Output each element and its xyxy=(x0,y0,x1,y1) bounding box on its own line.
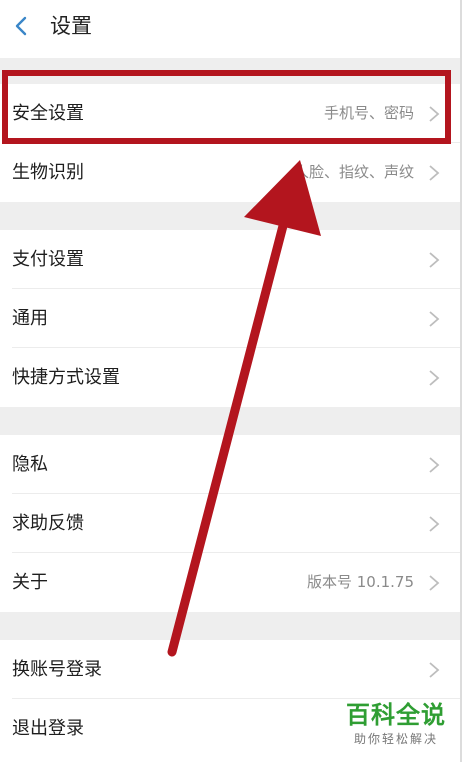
row-label: 快捷方式设置 xyxy=(12,367,120,388)
row-label: 求助反馈 xyxy=(12,513,84,534)
annotation-highlight-box xyxy=(2,70,451,144)
back-arrow-icon[interactable] xyxy=(10,14,34,38)
section-gap xyxy=(0,202,462,230)
settings-row-payment[interactable]: 支付设置 xyxy=(0,230,462,289)
chevron-right-icon xyxy=(429,457,440,473)
chevron-right-icon xyxy=(429,252,440,268)
settings-row-shortcuts[interactable]: 快捷方式设置 xyxy=(0,348,462,407)
watermark-logo: 百科全说 助你轻松解决 xyxy=(338,700,454,756)
settings-row-general[interactable]: 通用 xyxy=(0,289,462,348)
chevron-right-icon xyxy=(429,575,440,591)
watermark-title: 百科全说 xyxy=(346,701,446,729)
row-value: 人脸、指纹、声纹 xyxy=(293,163,414,181)
nav-bar: 设置 xyxy=(0,0,462,58)
settings-row-about[interactable]: 关于 版本号 10.1.75 xyxy=(0,553,462,612)
settings-page: 设置 安全设置 手机号、密码 生物识别 人脸、指纹、声纹 支付设置 通用 快捷方… xyxy=(0,0,462,762)
settings-row-privacy[interactable]: 隐私 xyxy=(0,435,462,494)
row-label: 通用 xyxy=(12,308,48,329)
row-label: 退出登录 xyxy=(12,718,84,739)
row-label: 支付设置 xyxy=(12,249,84,270)
chevron-right-icon xyxy=(429,165,440,181)
page-title: 设置 xyxy=(50,14,92,38)
row-label: 生物识别 xyxy=(12,162,84,183)
row-label: 换账号登录 xyxy=(12,659,102,680)
section-gap xyxy=(0,612,462,640)
chevron-right-icon xyxy=(429,516,440,532)
chevron-right-icon xyxy=(429,311,440,327)
row-label: 关于 xyxy=(12,572,48,593)
settings-row-feedback[interactable]: 求助反馈 xyxy=(0,494,462,553)
chevron-right-icon xyxy=(429,370,440,386)
version-text: 版本号 10.1.75 xyxy=(306,573,414,591)
row-label: 隐私 xyxy=(12,454,48,475)
section-gap xyxy=(0,407,462,435)
chevron-right-icon xyxy=(429,662,440,678)
settings-row-biometrics[interactable]: 生物识别 人脸、指纹、声纹 xyxy=(0,143,462,202)
watermark-subtitle: 助你轻松解决 xyxy=(353,732,438,746)
settings-row-switch-account[interactable]: 换账号登录 xyxy=(0,640,462,699)
